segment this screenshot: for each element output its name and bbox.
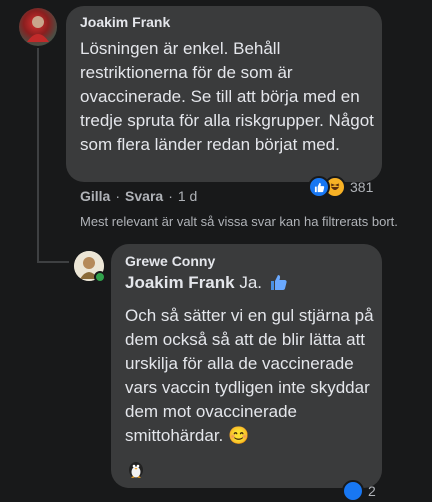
penguin-icon [127,459,145,484]
reactions-summary[interactable]: 381 [308,176,373,198]
like-icon [342,480,364,502]
comment-actions: Gilla · Svara · 1 d [80,188,197,204]
avatar-photo [27,16,49,42]
reply-mention-line: Joakim Frank Ja. [125,271,289,298]
thumbs-up-icon [269,273,289,298]
thread-line-branch [37,261,69,263]
mention-joakim-frank[interactable]: Joakim Frank [125,273,235,292]
reply-button[interactable]: Svara [125,188,163,204]
filter-notice: Mest relevant är valt så vissa svar kan … [80,214,398,229]
comment-timestamp[interactable]: 1 d [178,188,197,204]
avatar-grewe-conny[interactable] [74,251,106,283]
like-icon [308,176,330,198]
reply-reaction-count: 2 [368,483,376,499]
reply-text: Och så sätter vi en gul stjärna på dem o… [125,306,374,445]
reply-bubble: Grewe Conny Joakim Frank Ja. Och så sätt… [111,244,382,488]
comment-bubble: Joakim Frank Lösningen är enkel. Behåll … [66,6,382,182]
separator-dot: · [168,188,173,204]
avatar-joakim-frank[interactable] [19,8,57,46]
separator-dot: · [115,188,121,204]
comment-author[interactable]: Joakim Frank [80,14,170,30]
thread-line-vertical [37,48,39,262]
mention-suffix: Ja. [239,273,263,292]
reaction-count: 381 [350,179,374,195]
comment-text: Lösningen är enkel. Behåll restriktioner… [80,39,374,154]
online-status-dot [94,271,106,283]
reply-reactions-partial[interactable]: 2 [342,480,376,502]
reply-author[interactable]: Grewe Conny [125,253,215,269]
like-button[interactable]: Gilla [80,188,110,204]
